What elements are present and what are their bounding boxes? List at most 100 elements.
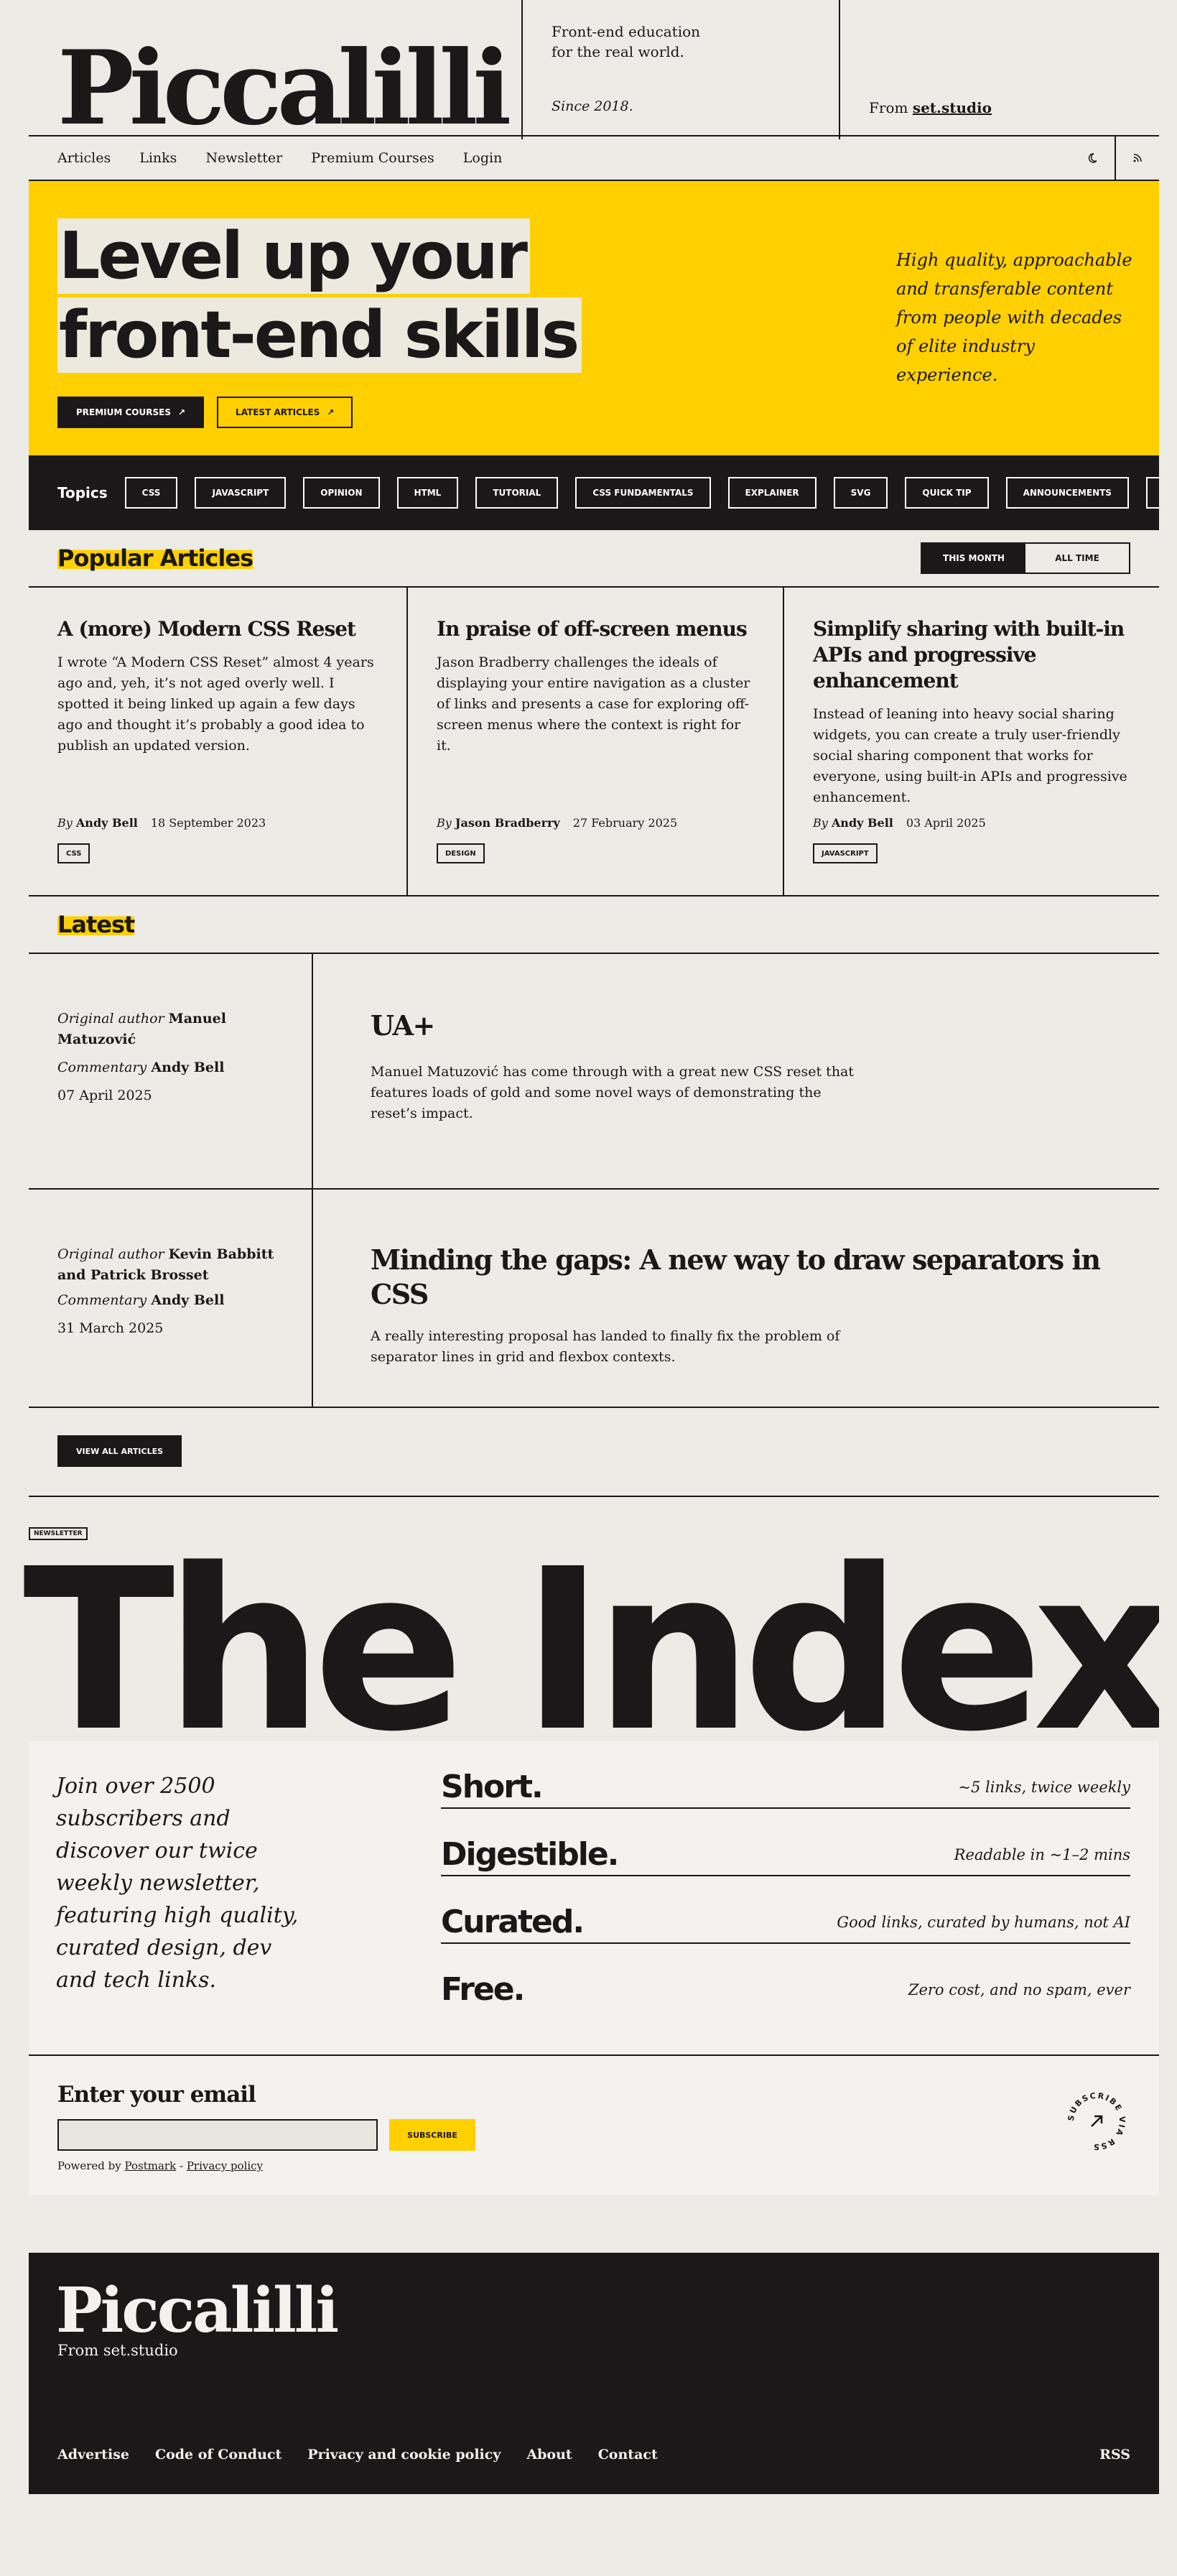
article-excerpt: Instead of leaning into heavy social sha…: [813, 706, 1127, 805]
feature-title: Digestible.: [441, 1836, 619, 1873]
privacy-policy-link[interactable]: Privacy policy: [187, 2159, 263, 2172]
footer-link-code-of-conduct[interactable]: Code of Conduct: [155, 2447, 282, 2463]
feature-title: Short.: [441, 1769, 544, 1805]
article-title[interactable]: A (more) Modern CSS Reset: [57, 616, 378, 642]
newsletter-title: The Index: [23, 1521, 1159, 1742]
latest-title[interactable]: UA+: [371, 1009, 1102, 1043]
rss-icon: [1133, 154, 1142, 162]
topic-chip-tutorial[interactable]: TUTORIAL: [475, 477, 559, 509]
article-meta: By Andy Bell 03 April 2025: [813, 816, 986, 830]
article-tag[interactable]: DESIGN: [437, 843, 485, 863]
from-column: From set.studio: [839, 0, 1159, 139]
article-tag[interactable]: CSS: [57, 843, 90, 863]
article-date: 27 February 2025: [572, 816, 678, 830]
popular-header: Popular Articles THIS MONTH ALL TIME: [29, 530, 1159, 588]
rss-button[interactable]: [1115, 136, 1159, 180]
latest-date: 31 March 2025: [57, 1320, 164, 1336]
view-all-articles-button[interactable]: VIEW ALL ARTICLES: [57, 1435, 182, 1467]
feature-desc: Zero cost, and no spam, ever: [908, 1981, 1130, 1998]
latest-list: Original author Manuel Matuzović Comment…: [29, 954, 1159, 1408]
article-date: 18 September 2023: [150, 816, 266, 830]
postmark-link[interactable]: Postmark: [125, 2159, 177, 2172]
article-card[interactable]: A (more) Modern CSS Reset I wrote “A Mod…: [29, 588, 406, 895]
tagline: Front-end education for the real world.: [552, 23, 701, 60]
site-logo[interactable]: Piccalilli: [29, 0, 521, 139]
latest-item-meta: Original author Kevin Babbitt and Patric…: [29, 1190, 313, 1407]
latest-title[interactable]: Minding the gaps: A new way to draw sepa…: [371, 1243, 1102, 1312]
footer-link-advertise[interactable]: Advertise: [57, 2447, 129, 2463]
topic-chip-javascript[interactable]: JAVASCRIPT: [195, 477, 287, 509]
latest-item-body: UA+ Manuel Matuzović has come through wi…: [313, 954, 1159, 1188]
toggle-this-month[interactable]: THIS MONTH: [922, 544, 1025, 573]
latest-heading: Latest: [57, 911, 135, 938]
premium-courses-button[interactable]: Premium courses ↗: [57, 397, 205, 428]
commentary-author: Andy Bell: [151, 1292, 225, 1308]
latest-item: Original author Kevin Babbitt and Patric…: [29, 1190, 1159, 1408]
latest-articles-label: Latest articles: [236, 407, 320, 417]
nav-articles[interactable]: Articles: [57, 150, 111, 166]
masthead: Piccalilli Front-end education for the r…: [29, 0, 1159, 139]
rss-subscribe-badge[interactable]: SUBSCRIBE VIA RSS: [1064, 2089, 1129, 2154]
site-footer: Piccalilli From set.studio Advertise Cod…: [29, 2253, 1159, 2494]
footer-link-privacy[interactable]: Privacy and cookie policy: [307, 2447, 501, 2463]
latest-item: Original author Manuel Matuzović Comment…: [29, 954, 1159, 1190]
article-author: Jason Bradberry: [455, 816, 560, 830]
powered-separator: -: [179, 2159, 184, 2172]
footer-rss-link[interactable]: RSS: [1099, 2447, 1130, 2463]
email-label: Enter your email: [57, 2082, 256, 2108]
popular-range-toggle: THIS MONTH ALL TIME: [921, 542, 1130, 574]
view-all-row: VIEW ALL ARTICLES: [29, 1408, 1159, 1497]
article-title[interactable]: Simplify sharing with built-in APIs and …: [813, 616, 1130, 694]
feature-title: Curated.: [441, 1904, 585, 1940]
set-studio-link[interactable]: set.studio: [913, 99, 992, 116]
by-label: By: [813, 816, 828, 830]
hero-buttons: Premium courses ↗ Latest articles ↗: [57, 397, 353, 428]
article-card[interactable]: In praise of off-screen menus Jason Brad…: [406, 588, 783, 895]
article-title[interactable]: In praise of off-screen menus: [437, 616, 754, 642]
topic-chip-css-fundamentals[interactable]: CSS FUNDAMENTALS: [575, 477, 711, 509]
footer-link-contact[interactable]: Contact: [598, 2447, 658, 2463]
topics-label: Topics: [57, 484, 108, 501]
topic-chip-html[interactable]: HTML: [396, 477, 459, 509]
latest-articles-button[interactable]: Latest articles ↗: [217, 397, 353, 428]
from-text: From set.studio: [869, 99, 992, 116]
topic-chip-explainer[interactable]: EXPLAINER: [727, 477, 817, 509]
article-excerpt: I wrote “A Modern CSS Reset” almost 4 ye…: [57, 654, 374, 754]
article-meta: By Andy Bell 18 September 2023: [57, 816, 266, 830]
arrow-up-right-icon: ↗: [177, 407, 186, 417]
topic-chip-quick-tip[interactable]: QUICK TIP: [905, 477, 989, 509]
topic-chip-opinion[interactable]: OPINION: [303, 477, 380, 509]
feature-row: Free. Zero cost, and no spam, ever: [441, 1944, 1130, 2011]
hero-title-line-2: front-end skills: [57, 297, 582, 373]
commentary-label: Commentary: [57, 1060, 147, 1075]
feature-desc: Good links, curated by humans, not AI: [837, 1914, 1130, 1931]
original-author-label: Original author: [57, 1246, 164, 1262]
toggle-all-time[interactable]: ALL TIME: [1025, 544, 1129, 573]
nav-login[interactable]: Login: [463, 150, 503, 166]
tagline-column: Front-end education for the real world. …: [521, 0, 839, 139]
nav-newsletter[interactable]: Newsletter: [205, 150, 282, 166]
article-tag[interactable]: JAVASCRIPT: [813, 843, 878, 863]
article-excerpt: Jason Bradberry challenges the ideals of…: [437, 654, 750, 754]
article-card[interactable]: Simplify sharing with built-in APIs and …: [783, 588, 1159, 895]
hero-title-line-1: Level up your: [57, 218, 531, 294]
nav-premium-courses[interactable]: Premium Courses: [311, 150, 434, 166]
footer-subtitle: From set.studio: [57, 2342, 178, 2359]
footer-logo[interactable]: Piccalilli: [56, 2274, 339, 2347]
latest-item-body: Minding the gaps: A new way to draw sepa…: [313, 1190, 1159, 1407]
commentary-label: Commentary: [57, 1292, 147, 1308]
footer-links: Advertise Code of Conduct Privacy and co…: [57, 2447, 658, 2463]
theme-toggle-button[interactable]: [1070, 136, 1115, 180]
footer-link-about[interactable]: About: [526, 2447, 572, 2463]
topic-chip-announcements[interactable]: ANNOUNCEMENTS: [1005, 477, 1129, 509]
subscribe-button[interactable]: SUBSCRIBE: [389, 2119, 475, 2151]
email-field[interactable]: [57, 2119, 378, 2151]
moon-icon: [1088, 153, 1097, 163]
topic-chip-css[interactable]: CSS: [124, 477, 178, 509]
newsletter-form: Enter your email SUBSCRIBE Powered by Po…: [29, 2054, 1159, 2195]
nav-links[interactable]: Links: [139, 150, 177, 166]
popular-articles: A (more) Modern CSS Reset I wrote “A Mod…: [29, 588, 1159, 896]
topic-chip-overflow[interactable]: [1145, 477, 1159, 509]
newsletter-section: NEWSLETTER The Index Join over 2500 subs…: [23, 1497, 1159, 2195]
topic-chip-svg[interactable]: SVG: [833, 477, 888, 509]
